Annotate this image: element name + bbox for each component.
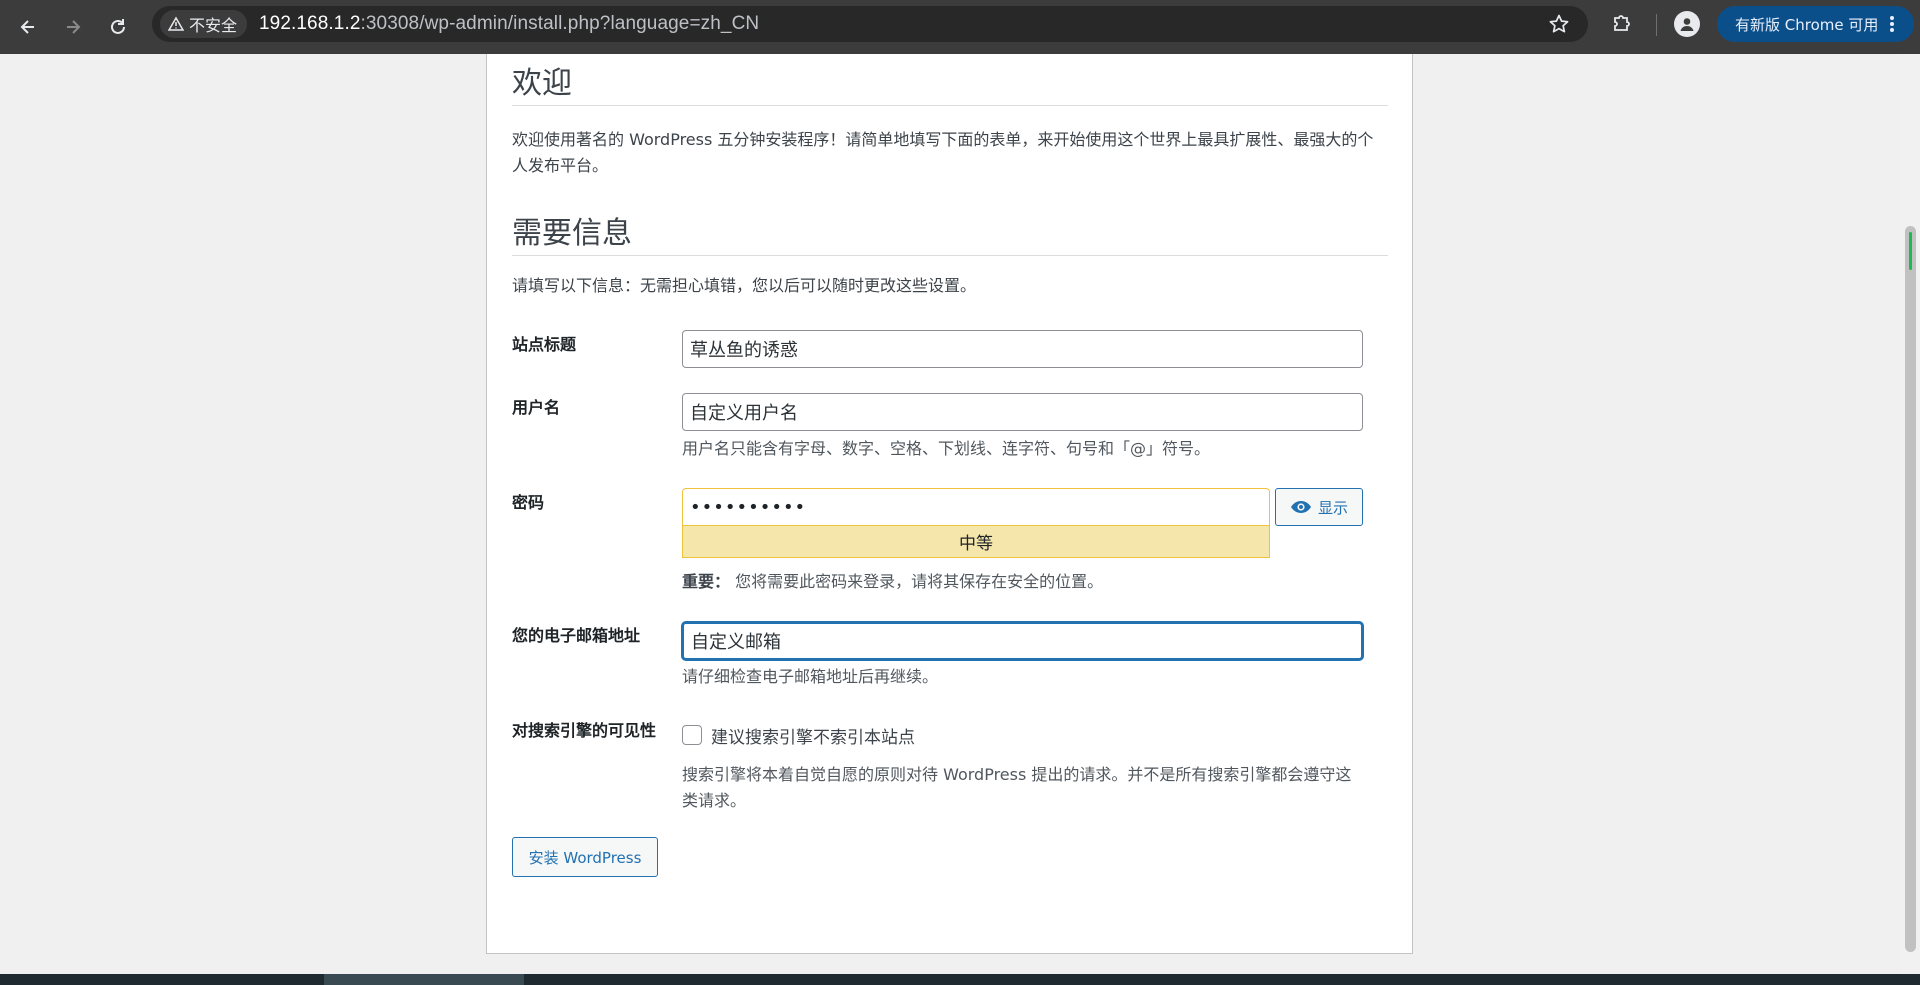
search-visibility-checkbox[interactable] — [682, 725, 702, 745]
install-form-card: 欢迎 欢迎使用著名的 WordPress 五分钟安装程序！请简单地填写下面的表单… — [486, 54, 1413, 954]
url-host: 192.168.1.2 — [259, 13, 361, 34]
info-heading: 需要信息 — [512, 216, 632, 251]
browser-toolbar: 不安全 192.168.1.2:30308/wp-admin/install.p… — [0, 0, 1920, 54]
email-hint: 请仔细检查电子邮箱地址后再继续。 — [682, 667, 939, 686]
profile-avatar-button[interactable] — [1674, 11, 1700, 37]
username-input[interactable]: 自定义用户名 — [682, 393, 1363, 431]
email-input[interactable]: 自定义邮箱 — [682, 622, 1363, 660]
site-title-input[interactable]: 草丛鱼的诱惑 — [682, 330, 1363, 368]
scrollbar-thumb[interactable] — [1905, 226, 1916, 952]
os-taskbar — [0, 974, 1920, 985]
address-bar[interactable]: 不安全 192.168.1.2:30308/wp-admin/install.p… — [152, 6, 1588, 42]
email-label: 您的电子邮箱地址 — [512, 626, 641, 645]
toolbar-divider — [1656, 14, 1657, 36]
more-vertical-icon — [1890, 16, 1895, 32]
chrome-update-button[interactable]: 有新版 Chrome 可用 — [1717, 6, 1915, 42]
search-visibility-label: 对搜索引擎的可见性 — [512, 721, 657, 740]
install-wordpress-button[interactable]: 安装 WordPress — [512, 837, 658, 877]
show-password-label: 显示 — [1317, 498, 1348, 517]
password-hint-text: 您将需要此密码来登录，请将其保存在安全的位置。 — [735, 572, 1104, 591]
password-important-label: 重要： — [682, 572, 731, 591]
search-visibility-hint: 搜索引擎将本着自觉自愿的原则对待 WordPress 提出的请求。并不是所有搜索… — [682, 765, 1352, 810]
warning-icon — [168, 16, 184, 31]
update-label: 有新版 Chrome 可用 — [1735, 15, 1879, 34]
security-chip[interactable]: 不安全 — [160, 10, 248, 38]
extensions-button[interactable] — [1610, 11, 1634, 39]
username-label: 用户名 — [512, 398, 561, 417]
arrow-left-icon — [20, 20, 34, 34]
arrow-right-icon — [67, 20, 81, 34]
reload-button[interactable] — [98, 7, 138, 47]
password-strength-meter: 中等 — [682, 526, 1270, 558]
show-password-button[interactable]: 显示 — [1275, 488, 1363, 526]
search-visibility-checkbox-label[interactable]: 建议搜索引擎不索引本站点 — [711, 723, 915, 748]
puzzle-icon — [1614, 15, 1630, 31]
scroll-marker — [1909, 232, 1912, 270]
back-button[interactable] — [8, 7, 48, 47]
person-icon — [1680, 18, 1694, 31]
url-text[interactable]: 192.168.1.2:30308/wp-admin/install.php?l… — [259, 13, 759, 35]
taskbar-item[interactable] — [324, 974, 524, 985]
page-scrollbar[interactable] — [1901, 54, 1920, 974]
bookmark-star-button[interactable] — [1548, 13, 1570, 39]
password-label: 密码 — [512, 493, 545, 512]
star-icon — [1549, 14, 1569, 33]
welcome-heading: 欢迎 — [512, 66, 572, 101]
forward-button[interactable] — [53, 7, 93, 47]
heading-divider — [512, 105, 1388, 106]
username-hint: 用户名只能含有字母、数字、空格、下划线、连字符、句号和「@」符号。 — [682, 439, 1211, 458]
eye-icon — [1290, 501, 1311, 513]
password-hint: 重要： 您将需要此密码来登录，请将其保存在安全的位置。 — [682, 569, 1103, 595]
url-path: :30308/wp-admin/install.php?language=zh_… — [360, 13, 760, 34]
welcome-text: 欢迎使用著名的 WordPress 五分钟安装程序！请简单地填写下面的表单，来开… — [512, 130, 1374, 175]
reload-icon — [111, 19, 125, 34]
heading-divider — [512, 255, 1388, 256]
security-label: 不安全 — [189, 16, 238, 35]
info-text: 请填写以下信息：无需担心填错，您以后可以随时更改这些设置。 — [512, 276, 977, 295]
password-input[interactable]: •••••••••• — [682, 488, 1270, 526]
page-viewport: 欢迎 欢迎使用著名的 WordPress 五分钟安装程序！请简单地填写下面的表单… — [0, 54, 1901, 974]
site-title-label: 站点标题 — [512, 335, 577, 354]
